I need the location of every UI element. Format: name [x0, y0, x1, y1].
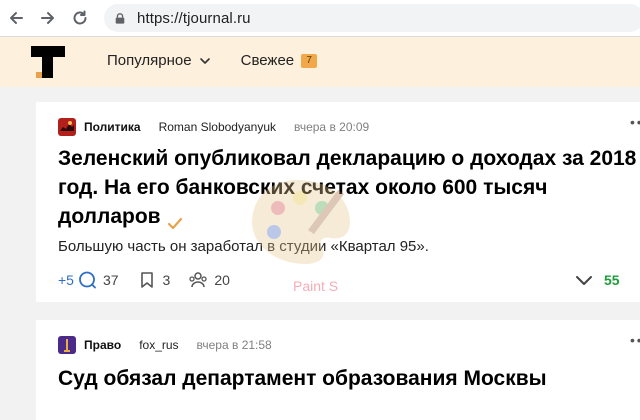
entry-title[interactable]: Зеленский опубликовал декларацию о доход…	[58, 144, 640, 231]
more-options-icon[interactable]: • •	[630, 332, 640, 348]
subsite-name[interactable]: Право	[84, 338, 121, 352]
comments-count: 37	[102, 272, 119, 288]
bookmark-icon[interactable]	[137, 270, 157, 290]
entry-title-line: Зеленский опубликовал декларацию о доход…	[58, 147, 637, 170]
entry-actions: +5 37 3 20	[58, 270, 230, 290]
entry-excerpt: Большую часть он заработал в студии «Ква…	[58, 238, 429, 255]
browser-toolbar: https://tjournal.ru	[0, 0, 640, 37]
more-options-icon[interactable]: • •	[630, 114, 640, 130]
tjournal-logo[interactable]	[30, 45, 66, 79]
nav-fresh[interactable]: Свежее 7	[241, 52, 318, 69]
arrow-left-icon[interactable]	[4, 6, 28, 30]
comment-icon[interactable]	[77, 270, 97, 290]
reposts-count: 20	[214, 272, 230, 288]
entry-title-line: Суд обязал департамент образования Москв…	[58, 367, 547, 390]
bookmarks-count: 3	[162, 272, 171, 288]
watermark-text: Paint S	[293, 278, 339, 294]
reposts-icon[interactable]	[188, 270, 208, 290]
header-nav: Популярное Свежее 7	[107, 52, 318, 69]
lock-icon	[114, 11, 128, 25]
new-comments-count: +5	[58, 272, 74, 288]
nav-popular[interactable]: Популярное	[107, 52, 211, 69]
fresh-count-badge: 7	[301, 53, 318, 68]
chevron-down-icon[interactable]	[574, 270, 594, 290]
subsite-avatar[interactable]	[58, 118, 76, 136]
subsite-name[interactable]: Политика	[84, 120, 141, 134]
entry-title[interactable]: Суд обязал департамент образования Москв…	[58, 364, 640, 393]
feed-entry: Политика Roman Slobodyanyuk вчера в 20:0…	[36, 102, 640, 302]
address-bar[interactable]: https://tjournal.ru	[104, 4, 640, 32]
reload-icon[interactable]	[68, 6, 92, 30]
nav-popular-label: Популярное	[107, 52, 192, 69]
nav-fresh-label: Свежее	[240, 52, 295, 69]
entry-title-line-text: долларов	[58, 205, 161, 228]
entry-rating: 55	[604, 272, 620, 288]
author-name[interactable]: fox_rus	[139, 338, 178, 352]
entry-time: вчера в 21:58	[196, 338, 272, 352]
author-name[interactable]: Roman Slobodyanyuk	[159, 120, 276, 134]
subsite-avatar[interactable]	[58, 336, 76, 354]
entry-title-line: год. На его банковских счетах около 600 …	[58, 176, 548, 199]
feed-entry: Право fox_rus вчера в 21:58 • • Суд обяз…	[36, 320, 640, 420]
url-text: https://tjournal.ru	[137, 9, 251, 27]
entry-title-line-last: долларов	[58, 202, 640, 231]
chevron-down-icon	[199, 55, 211, 67]
site-header: Популярное Свежее 7	[0, 37, 640, 87]
entry-meta: Право fox_rus вчера в 21:58	[58, 336, 272, 354]
arrow-right-icon[interactable]	[36, 6, 60, 30]
checkmark-icon	[167, 210, 183, 230]
entry-time: вчера в 20:09	[294, 120, 370, 134]
entry-meta: Политика Roman Slobodyanyuk вчера в 20:0…	[58, 118, 369, 136]
